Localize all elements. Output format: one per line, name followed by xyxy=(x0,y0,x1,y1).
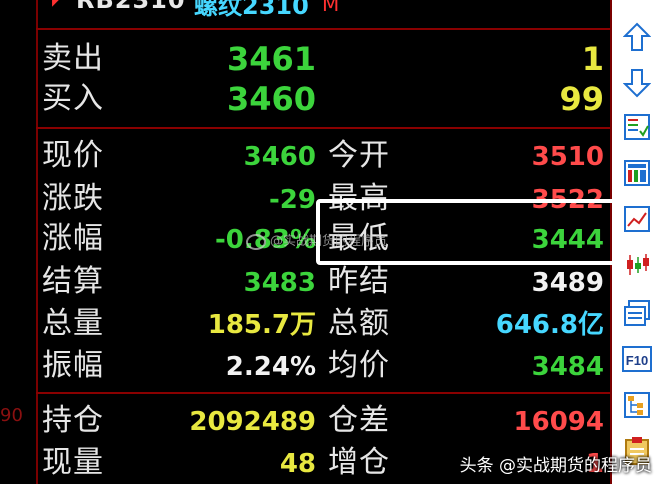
stats-row: 结算 3483 昨结 3489 xyxy=(40,263,610,303)
stat-value: 2.24% xyxy=(225,352,316,382)
bid-volume: 99 xyxy=(559,80,604,118)
ask-row[interactable]: 卖出 3461 1 xyxy=(40,40,610,80)
left-border xyxy=(36,0,38,484)
quote-list-icon[interactable] xyxy=(622,112,652,142)
table-grid-icon[interactable] xyxy=(622,158,652,188)
arrow-up-icon[interactable] xyxy=(622,22,652,52)
separator-quote xyxy=(36,127,610,129)
ask-label: 卖出 xyxy=(42,41,104,76)
stat-label-right: 今开 xyxy=(328,138,390,173)
bid-price: 3460 xyxy=(226,80,316,118)
stat-value-right: 3489 xyxy=(531,268,604,298)
contract-code: RB2310 xyxy=(76,0,186,14)
stat-value-right: 3484 xyxy=(531,352,604,382)
stat-value-right: 3510 xyxy=(531,142,604,172)
stat-label-right: 总额 xyxy=(328,306,390,341)
side-axis-number: 90 xyxy=(0,405,23,426)
ask-volume: 1 xyxy=(581,40,604,78)
stat-label: 结算 xyxy=(42,264,104,299)
stat-label-right: 仓差 xyxy=(328,403,390,438)
bid-row[interactable]: 买入 3460 99 xyxy=(40,80,610,120)
quote-panel: ◤ RB2310 螺纹2310 M 90 卖出 3461 1 买入 3460 9… xyxy=(0,0,616,484)
stats-row: 现价 3460 今开 3510 xyxy=(40,137,610,177)
stats-row: 振幅 2.24% 均价 3484 xyxy=(40,347,610,387)
arrow-down-icon[interactable] xyxy=(622,68,652,98)
candlestick-icon[interactable] xyxy=(622,250,652,280)
corner-watermark: 头条 @实战期货的程序员 xyxy=(459,456,652,476)
stat-label-right: 增仓 xyxy=(328,445,390,480)
stat-value: 2092489 xyxy=(189,407,316,437)
bid-label: 买入 xyxy=(42,81,104,116)
stat-label: 总量 xyxy=(42,306,104,341)
low-price-highlight-box xyxy=(316,199,616,265)
stat-label: 振幅 xyxy=(42,348,104,383)
stat-label: 现量 xyxy=(42,445,104,480)
position-row: 持仓 2092489 仓差 16094 xyxy=(40,402,610,442)
stat-label: 现价 xyxy=(42,138,104,173)
separator-stats xyxy=(36,392,610,394)
tree-icon[interactable] xyxy=(622,390,652,420)
f10-icon[interactable]: F10 xyxy=(622,344,652,374)
stats-row: 总量 185.7万 总额 646.8亿 xyxy=(40,305,610,345)
weibo-icon xyxy=(246,233,266,250)
stat-value: 185.7万 xyxy=(207,310,316,340)
flag-icon: ◤ xyxy=(52,0,69,10)
window-list-icon[interactable] xyxy=(622,298,652,328)
separator-top xyxy=(36,28,610,30)
stat-label-right: 昨结 xyxy=(328,264,390,299)
stat-label: 涨幅 xyxy=(42,221,104,256)
stat-value-right: 646.8亿 xyxy=(495,310,604,340)
main-contract-tag: M xyxy=(322,0,340,16)
svg-text:F10: F10 xyxy=(626,353,648,368)
stat-value: -29 xyxy=(269,185,316,215)
stat-label: 持仓 xyxy=(42,403,104,438)
stat-value: 3460 xyxy=(243,142,316,172)
stat-label-right: 均价 xyxy=(328,348,390,383)
right-toolbar: F10 xyxy=(612,0,660,484)
contract-name: 螺纹2310 xyxy=(194,0,309,20)
stat-value: 3483 xyxy=(243,268,316,298)
line-chart-icon[interactable] xyxy=(622,204,652,234)
stat-value: 48 xyxy=(279,449,316,479)
stat-label: 涨跌 xyxy=(42,181,104,216)
stat-value-right: 16094 xyxy=(513,407,604,437)
ask-price: 3461 xyxy=(226,40,316,78)
